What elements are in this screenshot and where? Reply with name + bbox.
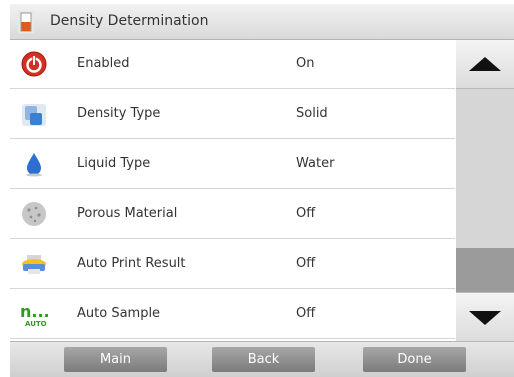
arrow-up-icon <box>469 57 501 71</box>
scroll-thumb[interactable] <box>456 248 514 292</box>
porous-stone-icon <box>22 202 46 226</box>
setting-row-enabled[interactable]: Enabled On <box>10 40 455 89</box>
scroll-down-button[interactable] <box>456 292 514 341</box>
printer-icon <box>22 255 46 274</box>
water-drop-icon <box>26 153 42 177</box>
auto-sample-dots-text: n... <box>20 302 48 321</box>
main-button[interactable]: Main <box>64 347 167 372</box>
setting-value: Off <box>296 256 316 271</box>
setting-label: Porous Material <box>77 206 178 221</box>
scroll-up-button[interactable] <box>456 40 514 89</box>
back-button[interactable]: Back <box>212 347 315 372</box>
setting-label: Enabled <box>77 56 130 71</box>
footer-bar: Main Back Done <box>10 341 514 377</box>
power-icon <box>21 51 47 77</box>
setting-label: Liquid Type <box>77 156 151 171</box>
done-button[interactable]: Done <box>363 347 466 372</box>
auto-sample-auto-text: AUTO <box>25 320 47 328</box>
scrollbar[interactable] <box>456 40 514 341</box>
setting-label: Density Type <box>77 106 161 121</box>
arrow-down-icon <box>469 311 501 325</box>
setting-value: Off <box>296 306 316 321</box>
setting-label: Auto Sample <box>77 306 161 321</box>
setting-row-liquid-type[interactable]: Liquid Type Water <box>10 140 455 189</box>
page-title: Density Determination <box>50 13 209 29</box>
settings-list: Enabled On Density Type Solid Liquid Typ… <box>10 40 455 340</box>
auto-sample-icon: n... AUTO <box>20 302 48 328</box>
solid-sample-icon <box>22 104 46 126</box>
setting-value: Off <box>296 206 316 221</box>
setting-row-auto-sample[interactable]: n... AUTO Auto Sample Off <box>10 290 455 339</box>
setting-value: On <box>296 56 315 71</box>
header-bar: Density Determination <box>10 4 514 40</box>
beaker-icon <box>18 11 34 33</box>
setting-row-density-type[interactable]: Density Type Solid <box>10 90 455 139</box>
setting-row-auto-print-result[interactable]: Auto Print Result Off <box>10 240 455 289</box>
setting-value: Solid <box>296 106 328 121</box>
density-determination-screen: Density Determination Enabled On Density… <box>0 0 514 377</box>
setting-label: Auto Print Result <box>77 256 186 271</box>
setting-row-porous-material[interactable]: Porous Material Off <box>10 190 455 239</box>
setting-value: Water <box>296 156 335 171</box>
